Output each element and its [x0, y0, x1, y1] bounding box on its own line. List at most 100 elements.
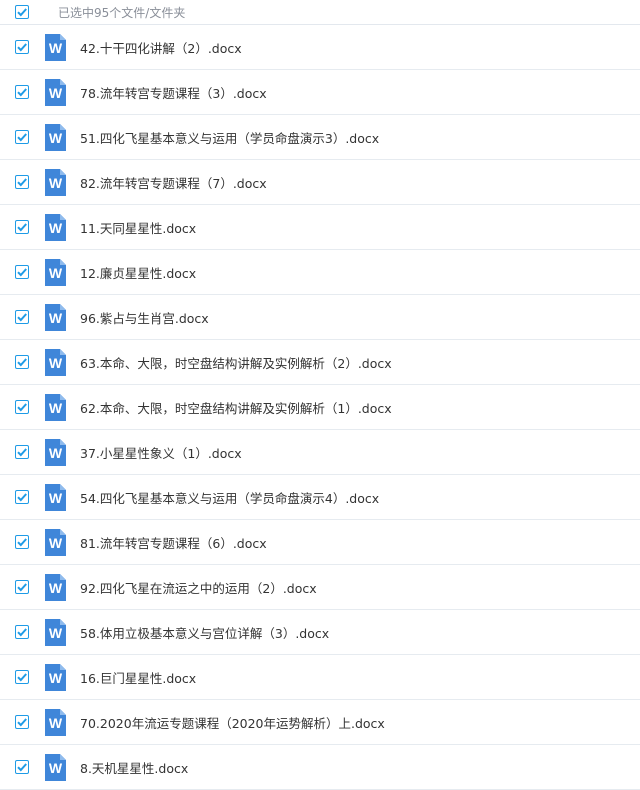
file-row[interactable]: W 63.本命、大限，时空盘结构讲解及实例解析（2）.docx — [0, 340, 640, 385]
file-row[interactable]: W 37.小星星性象义（1）.docx — [0, 430, 640, 475]
file-name[interactable]: 70.2020年流运专题课程（2020年运势解析）上.docx — [80, 713, 385, 732]
file-name[interactable]: 92.四化飞星在流运之中的运用（2）.docx — [80, 578, 317, 597]
word-doc-icon: W — [45, 528, 66, 556]
file-row[interactable]: W 70.2020年流运专题课程（2020年运势解析）上.docx — [0, 700, 640, 745]
file-name[interactable]: 11.天同星星性.docx — [80, 218, 196, 237]
file-checkbox[interactable] — [15, 40, 29, 54]
word-icon-letter: W — [48, 714, 63, 731]
select-all-row: 已选中95个文件/文件夹 — [0, 0, 640, 25]
file-name[interactable]: 8.天机星星性.docx — [80, 758, 188, 777]
file-checkbox[interactable] — [15, 355, 29, 369]
checkmark-icon — [17, 223, 27, 232]
file-row[interactable]: W 58.体用立极基本意义与宫位详解（3）.docx — [0, 610, 640, 655]
checkmark-icon — [17, 583, 27, 592]
file-row[interactable]: W 92.四化飞星在流运之中的运用（2）.docx — [0, 565, 640, 610]
word-doc-icon: W — [45, 573, 66, 601]
file-name[interactable]: 51.四化飞星基本意义与运用（学员命盘演示3）.docx — [80, 128, 379, 147]
word-doc-icon: W — [45, 663, 66, 691]
file-checkbox[interactable] — [15, 175, 29, 189]
file-name[interactable]: 58.体用立极基本意义与宫位详解（3）.docx — [80, 623, 329, 642]
word-doc-icon: W — [45, 708, 66, 736]
file-row[interactable]: W 16.巨门星星性.docx — [0, 655, 640, 700]
file-checkbox[interactable] — [15, 220, 29, 234]
file-checkbox[interactable] — [15, 580, 29, 594]
checkmark-icon — [17, 763, 27, 772]
word-icon-letter: W — [48, 129, 63, 146]
checkmark-icon — [17, 628, 27, 637]
file-row[interactable]: W 62.本命、大限，时空盘结构讲解及实例解析（1）.docx — [0, 385, 640, 430]
file-checkbox[interactable] — [15, 715, 29, 729]
word-icon-letter: W — [48, 219, 63, 236]
word-icon-letter: W — [48, 174, 63, 191]
word-icon-letter: W — [48, 84, 63, 101]
word-icon-letter: W — [48, 624, 63, 641]
file-checkbox[interactable] — [15, 490, 29, 504]
checkmark-icon — [17, 358, 27, 367]
word-icon-letter: W — [48, 399, 63, 416]
word-icon-letter: W — [48, 759, 63, 776]
word-icon-letter: W — [48, 309, 63, 326]
file-row[interactable]: W 82.流年转宫专题课程（7）.docx — [0, 160, 640, 205]
word-doc-icon: W — [45, 33, 66, 61]
file-rows: W 42.十干四化讲解（2）.docx W 78.流年转宫专题课程（3）.docx W 5… — [0, 25, 640, 790]
checkmark-icon — [17, 673, 27, 682]
file-name[interactable]: 12.廉贞星星性.docx — [80, 263, 196, 282]
word-icon-letter: W — [48, 489, 63, 506]
file-list: 已选中95个文件/文件夹 W 42.十干四化讲解（2）.docx W 78.流年转宫专… — [0, 0, 640, 790]
file-row[interactable]: W 96.紫占与生肖宫.docx — [0, 295, 640, 340]
word-doc-icon: W — [45, 78, 66, 106]
file-name[interactable]: 42.十干四化讲解（2）.docx — [80, 38, 242, 57]
checkmark-icon — [17, 43, 27, 52]
file-name[interactable]: 54.四化飞星基本意义与运用（学员命盘演示4）.docx — [80, 488, 379, 507]
select-all-checkbox[interactable] — [15, 5, 29, 19]
checkmark-icon — [17, 403, 27, 412]
file-row[interactable]: W 8.天机星星性.docx — [0, 745, 640, 790]
file-row[interactable]: W 12.廉贞星星性.docx — [0, 250, 640, 295]
file-row[interactable]: W 51.四化飞星基本意义与运用（学员命盘演示3）.docx — [0, 115, 640, 160]
word-doc-icon: W — [45, 438, 66, 466]
word-icon-letter: W — [48, 579, 63, 596]
file-name[interactable]: 37.小星星性象义（1）.docx — [80, 443, 242, 462]
file-checkbox[interactable] — [15, 445, 29, 459]
word-doc-icon: W — [45, 303, 66, 331]
word-icon-letter: W — [48, 264, 63, 281]
file-checkbox[interactable] — [15, 400, 29, 414]
checkmark-icon — [17, 538, 27, 547]
file-row[interactable]: W 42.十干四化讲解（2）.docx — [0, 25, 640, 70]
file-checkbox[interactable] — [15, 625, 29, 639]
selection-count-label: 已选中95个文件/文件夹 — [58, 5, 186, 20]
file-checkbox[interactable] — [15, 310, 29, 324]
file-name[interactable]: 96.紫占与生肖宫.docx — [80, 308, 209, 327]
word-icon-letter: W — [48, 534, 63, 551]
file-name[interactable]: 16.巨门星星性.docx — [80, 668, 196, 687]
checkmark-icon — [17, 448, 27, 457]
file-checkbox[interactable] — [15, 535, 29, 549]
file-row[interactable]: W 54.四化飞星基本意义与运用（学员命盘演示4）.docx — [0, 475, 640, 520]
word-doc-icon: W — [45, 168, 66, 196]
word-icon-letter: W — [48, 354, 63, 371]
checkmark-icon — [17, 88, 27, 97]
file-checkbox[interactable] — [15, 265, 29, 279]
file-checkbox[interactable] — [15, 760, 29, 774]
file-row[interactable]: W 78.流年转宫专题课程（3）.docx — [0, 70, 640, 115]
word-doc-icon: W — [45, 753, 66, 781]
checkmark-icon — [17, 268, 27, 277]
file-name[interactable]: 62.本命、大限，时空盘结构讲解及实例解析（1）.docx — [80, 398, 392, 417]
word-doc-icon: W — [45, 123, 66, 151]
word-doc-icon: W — [45, 618, 66, 646]
word-doc-icon: W — [45, 483, 66, 511]
word-icon-letter: W — [48, 444, 63, 461]
checkmark-icon — [17, 8, 27, 17]
file-checkbox[interactable] — [15, 85, 29, 99]
word-doc-icon: W — [45, 348, 66, 376]
word-doc-icon: W — [45, 258, 66, 286]
file-name[interactable]: 78.流年转宫专题课程（3）.docx — [80, 83, 267, 102]
file-row[interactable]: W 11.天同星星性.docx — [0, 205, 640, 250]
file-name[interactable]: 81.流年转宫专题课程（6）.docx — [80, 533, 267, 552]
file-name[interactable]: 82.流年转宫专题课程（7）.docx — [80, 173, 267, 192]
file-name[interactable]: 63.本命、大限，时空盘结构讲解及实例解析（2）.docx — [80, 353, 392, 372]
file-checkbox[interactable] — [15, 130, 29, 144]
word-icon-letter: W — [48, 39, 63, 56]
file-checkbox[interactable] — [15, 670, 29, 684]
file-row[interactable]: W 81.流年转宫专题课程（6）.docx — [0, 520, 640, 565]
